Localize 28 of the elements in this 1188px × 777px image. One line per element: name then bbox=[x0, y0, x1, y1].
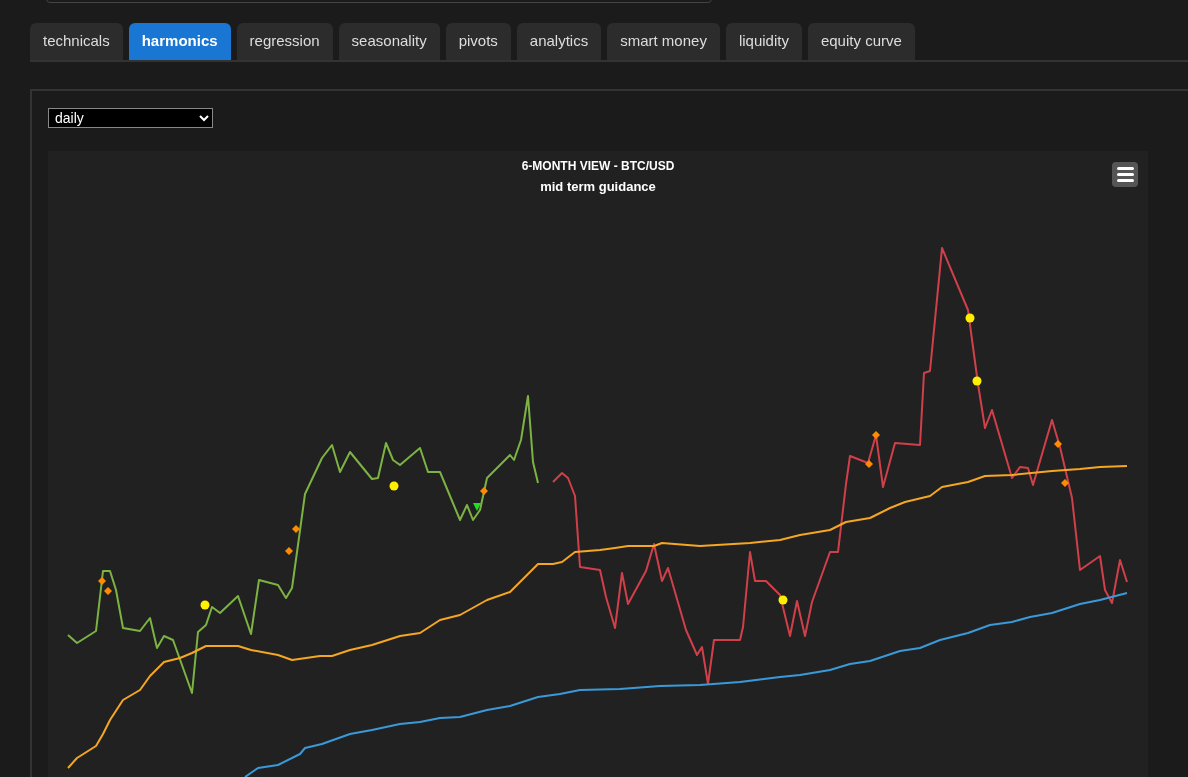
diamond-marker bbox=[1061, 479, 1069, 487]
chart-subtitle: mid term guidance bbox=[540, 178, 656, 196]
tab[interactable]: regression bbox=[236, 23, 333, 60]
diamond-marker bbox=[872, 431, 880, 439]
diamond-marker bbox=[98, 577, 106, 585]
tab[interactable]: smart money bbox=[607, 23, 720, 60]
diamond-marker bbox=[285, 547, 293, 555]
diamond-marker bbox=[865, 460, 873, 468]
dot-marker bbox=[200, 600, 210, 610]
dot-marker bbox=[972, 376, 982, 386]
tab[interactable]: technicals bbox=[30, 23, 123, 60]
menu-icon[interactable] bbox=[1112, 162, 1138, 187]
dot-marker bbox=[778, 595, 788, 605]
diamond-marker bbox=[292, 525, 300, 533]
timeframe-select[interactable]: daily bbox=[48, 108, 213, 128]
tab[interactable]: pivots bbox=[445, 23, 511, 60]
diamond-marker bbox=[104, 587, 112, 595]
tab[interactable]: analytics bbox=[516, 23, 602, 60]
diamond-marker bbox=[480, 487, 488, 495]
dot-marker bbox=[389, 481, 399, 491]
triangle-marker bbox=[473, 503, 481, 511]
tab[interactable]: harmonics bbox=[128, 23, 231, 60]
diamond-marker bbox=[1054, 440, 1062, 448]
dot-marker bbox=[965, 313, 975, 323]
tab[interactable]: equity curve bbox=[807, 23, 915, 60]
chart-title: 6-MONTH VIEW - BTC/USD bbox=[521, 158, 675, 175]
tab[interactable]: seasonality bbox=[338, 23, 440, 60]
tab[interactable]: liquidity bbox=[725, 23, 802, 60]
